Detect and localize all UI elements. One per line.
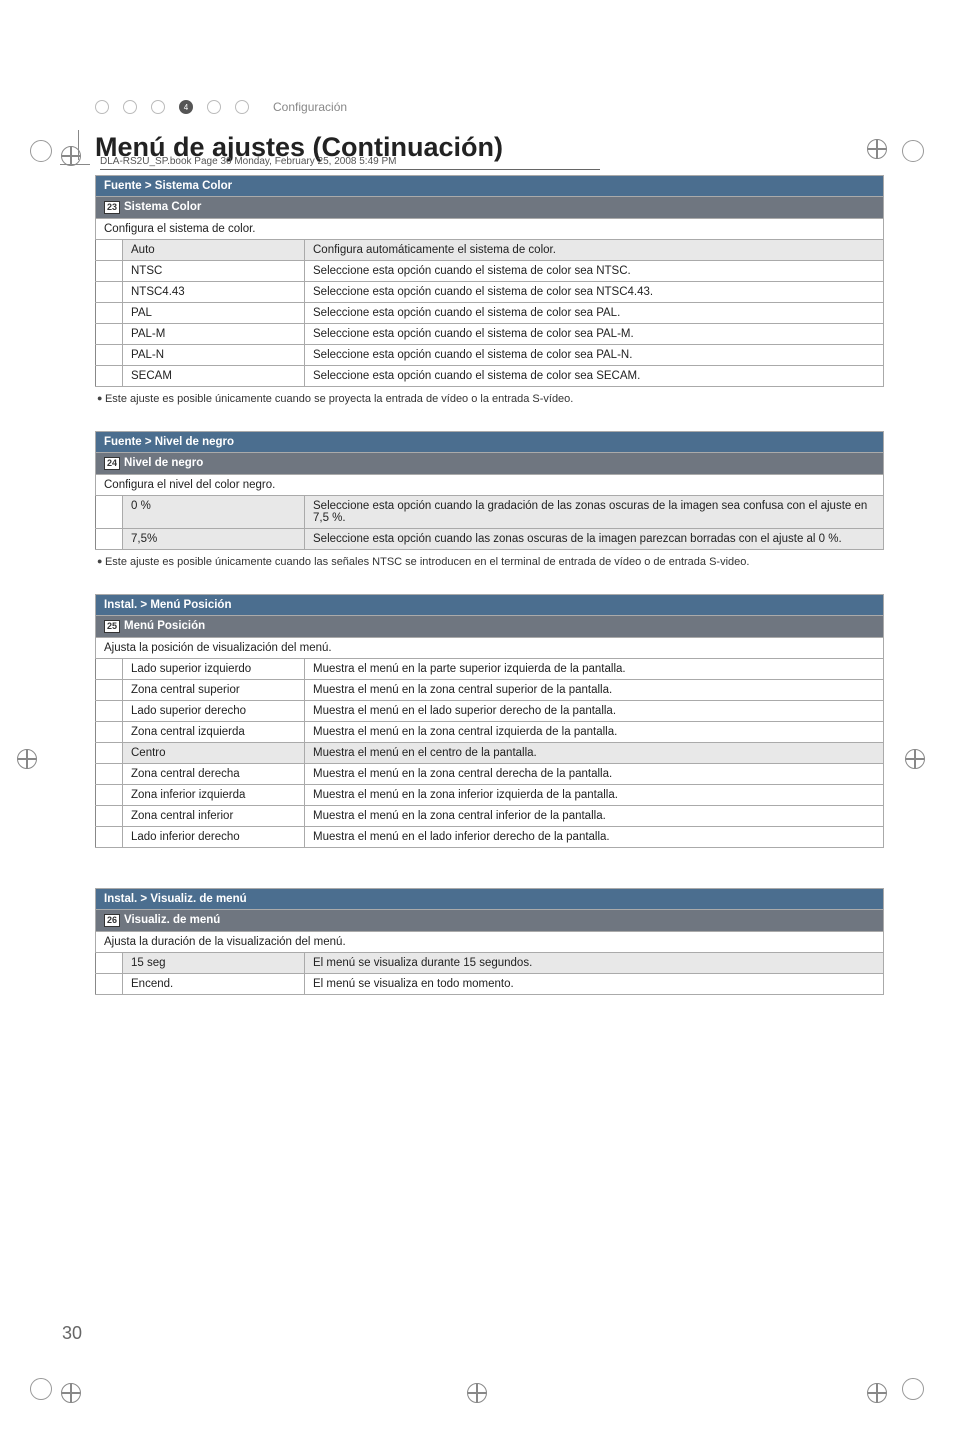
option-key: PAL-M (123, 324, 305, 345)
section3-desc: Ajusta la posición de visualización del … (96, 638, 884, 659)
option-val: Muestra el menú en la zona inferior izqu… (305, 785, 884, 806)
option-val: El menú se visualiza durante 15 segundos… (305, 953, 884, 974)
section-sistema-color: Fuente > Sistema Color 23 Sistema Color C… (95, 175, 884, 387)
section4-sublabel: Visualiz. de menú (124, 914, 220, 926)
option-val: Seleccione esta opción cuando el sistema… (305, 282, 884, 303)
section4-subheader: 26 Visualiz. de menú (96, 910, 884, 932)
option-val: Muestra el menú en el lado inferior dere… (305, 827, 884, 848)
option-val: Seleccione esta opción cuando el sistema… (305, 366, 884, 387)
reg-mark-br (902, 1378, 924, 1400)
section4-desc: Ajusta la duración de la visualización d… (96, 932, 884, 953)
crop-mark-mr (906, 750, 924, 768)
option-key: NTSC (123, 261, 305, 282)
crop-mark-ml (18, 750, 36, 768)
option-key: 15 seg (123, 953, 305, 974)
section1-note: Este ajuste es posible únicamente cuando… (97, 393, 884, 405)
option-val: Seleccione esta opción cuando el sistema… (305, 261, 884, 282)
section2-header: Fuente > Nivel de negro (96, 432, 884, 453)
crop-mark-br (868, 1384, 886, 1402)
option-key: Encend. (123, 974, 305, 995)
option-key: Centro (123, 743, 305, 764)
option-key: Lado inferior derecho (123, 827, 305, 848)
section1-subheader: 23 Sistema Color (96, 197, 884, 219)
option-val: El menú se visualiza en todo momento. (305, 974, 884, 995)
option-val: Muestra el menú en la zona central super… (305, 680, 884, 701)
option-key: Lado superior derecho (123, 701, 305, 722)
option-key: 7,5% (123, 529, 305, 550)
section1-desc: Configura el sistema de color. (96, 219, 884, 240)
option-key: Lado superior izquierdo (123, 659, 305, 680)
section2-subheader: 24 Nivel de negro (96, 453, 884, 475)
option-val: Muestra el menú en la zona central izqui… (305, 722, 884, 743)
crop-mark-tr (868, 140, 886, 158)
option-val: Seleccione esta opción cuando el sistema… (305, 345, 884, 366)
section1-subnum: 23 (104, 201, 120, 214)
step-number: 4 (179, 100, 193, 114)
section3-header: Instal. > Menú Posición (96, 595, 884, 616)
option-key: PAL (123, 303, 305, 324)
corner-line-h (60, 164, 90, 165)
option-val: Configura automáticamente el sistema de … (305, 240, 884, 261)
option-key: SECAM (123, 366, 305, 387)
option-val: Muestra el menú en la zona central infer… (305, 806, 884, 827)
section-menu-posicion: Instal. > Menú Posición 25Menú Posición … (95, 594, 884, 848)
option-key: Zona inferior izquierda (123, 785, 305, 806)
section3-subheader: 25 Menú Posición (96, 616, 884, 638)
option-key: NTSC4.43 (123, 282, 305, 303)
section4-subnum: 26 (104, 914, 120, 927)
option-val: Muestra el menú en el lado superior dere… (305, 701, 884, 722)
section1-sublabel: Sistema Color (124, 201, 201, 213)
section-visualiz-de-menu: Instal. > Visualiz. de menú 26 Visualiz. … (95, 888, 884, 995)
option-key: Zona central derecha (123, 764, 305, 785)
option-val: Seleccione esta opción cuando el sistema… (305, 303, 884, 324)
step-nav: 4 Configuración (95, 100, 884, 114)
option-val: Muestra el menú en la zona central derec… (305, 764, 884, 785)
option-val: Muestra el menú en la parte superior izq… (305, 659, 884, 680)
section1-header: Fuente > Sistema Color (96, 176, 884, 197)
option-key: Zona central inferior (123, 806, 305, 827)
option-key: Zona central superior (123, 680, 305, 701)
reg-mark-bl (30, 1378, 52, 1400)
option-key: PAL-N (123, 345, 305, 366)
section3-subnum: 25 (104, 620, 120, 633)
step-label: Configuración (273, 100, 347, 114)
corner-line-v (78, 130, 79, 160)
option-val: Seleccione esta opción cuando las zonas … (305, 529, 884, 550)
section2-desc: Configura el nivel del color negro. (96, 475, 884, 496)
section2-note: Este ajuste es posible únicamente cuando… (97, 556, 884, 568)
crop-mark-bl (62, 1384, 80, 1402)
option-val: Muestra el menú en el centro de la panta… (305, 743, 884, 764)
section4-header: Instal. > Visualiz. de menú (96, 889, 884, 910)
book-header-line: DLA-RS2U_SP.book Page 30 Monday, Februar… (100, 156, 600, 170)
section3-sublabel: Menú Posición (124, 620, 205, 632)
section-nivel-de-negro: Fuente > Nivel de negro 24 Nivel de negro… (95, 431, 884, 550)
option-key: 0 % (123, 496, 305, 529)
section2-sublabel: Nivel de negro (124, 457, 203, 469)
option-val: Seleccione esta opción cuando la gradaci… (305, 496, 884, 529)
reg-mark-tl (30, 140, 52, 162)
crop-mark-bc (468, 1384, 486, 1402)
section2-subnum: 24 (104, 457, 120, 470)
option-key: Auto (123, 240, 305, 261)
page-number: 30 (62, 1323, 82, 1344)
option-val: Seleccione esta opción cuando el sistema… (305, 324, 884, 345)
option-key: Zona central izquierda (123, 722, 305, 743)
reg-mark-tr (902, 140, 924, 162)
